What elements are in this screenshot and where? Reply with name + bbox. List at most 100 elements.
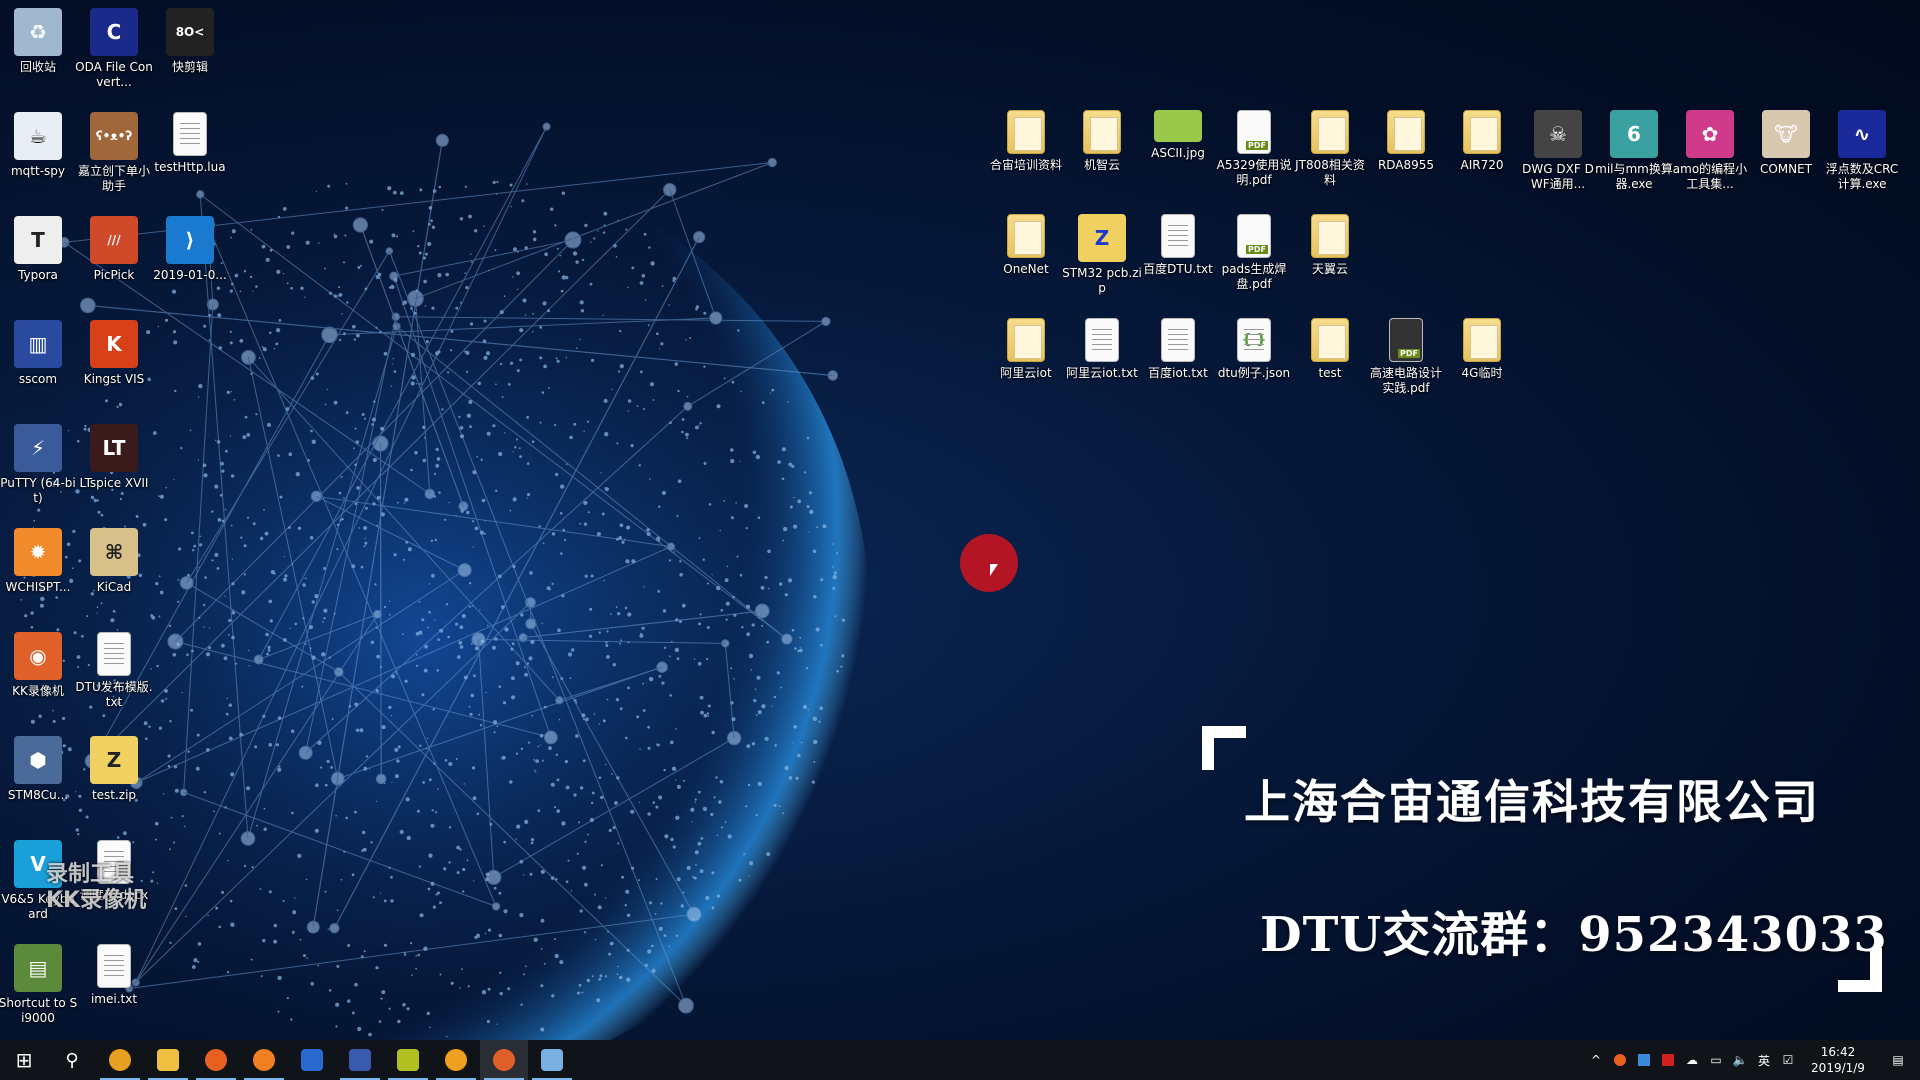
desktop-icon[interactable]: ◉ KK录像机	[0, 626, 76, 726]
taskbar-file-explorer-button[interactable]	[144, 1040, 192, 1080]
clock[interactable]: 16:42 2019/1/9	[1800, 1040, 1876, 1080]
desktop-icon[interactable]: pads生成焊盘.pdf	[1216, 208, 1292, 308]
taskbar-firefox-button[interactable]	[192, 1040, 240, 1080]
desktop-icon[interactable]: 百度iot.txt	[1140, 312, 1216, 412]
desktop-icon[interactable]: ⬢ STM8Cu...	[0, 730, 76, 830]
desktop-icon[interactable]: K Kingst VIS	[76, 314, 152, 414]
desktop-icon[interactable]: ☕ mqtt-spy	[0, 106, 76, 206]
desktop-icon-label: 阿里云iot	[1000, 366, 1052, 380]
tray-app2-icon[interactable]	[1632, 1040, 1656, 1080]
windows-start-icon: ⊞	[15, 1048, 33, 1072]
desktop-icon[interactable]: test	[1292, 312, 1368, 412]
desktop-icon[interactable]: LT LTspice XVII	[76, 418, 152, 518]
desktop-icon[interactable]: { } dtu例子.json	[1216, 312, 1292, 412]
desktop-icon[interactable]: 8O< 快剪辑	[152, 2, 228, 102]
desktop-icon[interactable]: ▥ sscom	[0, 314, 76, 414]
desktop-icon[interactable]: ∿ 浮点数及CRC计算.exe	[1824, 104, 1900, 204]
desktop-icon[interactable]: A5329使用说明.pdf	[1216, 104, 1292, 204]
desktop-icon[interactable]: testHttp.lua	[152, 106, 228, 206]
taskbar-app-circle-button[interactable]	[432, 1040, 480, 1080]
desktop-icon-label: RDA8955	[1377, 158, 1435, 172]
desktop-icon-label: COMNET	[1759, 162, 1813, 176]
orange-circle-icon	[445, 1049, 467, 1071]
desktop-icon-label: KiCad	[96, 580, 132, 594]
recorder-watermark-line2: KK录像机	[46, 888, 147, 913]
desktop-icon[interactable]: 百度DTU.txt	[1140, 208, 1216, 308]
taskbar-app-teal-button[interactable]	[288, 1040, 336, 1080]
desktop-icon[interactable]: 6 mil与mm换算器.exe	[1595, 104, 1673, 204]
blue-app-icon	[541, 1049, 563, 1071]
desktop-icon[interactable]: ⚡ PuTTY (64-bit)	[0, 418, 76, 518]
desktop-icon[interactable]: 阿里云iot	[988, 312, 1064, 412]
folder-icon	[1311, 110, 1349, 154]
recycle-bin-icon: ♻	[14, 8, 62, 56]
kicad-icon: ⌘	[90, 528, 138, 576]
notification-center-icon[interactable]: ▤	[1876, 1040, 1920, 1080]
desktop-icon-label: WCHISPT...	[5, 580, 71, 594]
ime-indicator[interactable]: 英	[1752, 1040, 1776, 1080]
desktop-icon[interactable]: ⟩ 2019-01-0...	[152, 210, 228, 310]
desktop-icon[interactable]: 机智云	[1064, 104, 1140, 204]
tray-app-icon[interactable]	[1608, 1040, 1632, 1080]
desktop-icon-label: ODA File Convert...	[75, 60, 153, 89]
tray-app3-icon[interactable]	[1656, 1040, 1680, 1080]
taskbar-chrome-button[interactable]	[96, 1040, 144, 1080]
desktop-icon[interactable]: ⌘ KiCad	[76, 522, 152, 622]
desktop-icon[interactable]: Z STM32 pcb.zip	[1062, 208, 1142, 308]
desktop-icon[interactable]: imei.txt	[76, 938, 152, 1038]
desktop-icon[interactable]: ✹ WCHISPT...	[0, 522, 76, 622]
taskbar-app-blue-button[interactable]	[528, 1040, 576, 1080]
desktop-icon[interactable]: ✿ amo的编程小工具集...	[1672, 104, 1748, 204]
stm8-icon: ⬢	[14, 736, 62, 784]
volume-icon[interactable]: 🔈	[1728, 1040, 1752, 1080]
json-file-icon: { }	[1237, 318, 1271, 362]
desktop-icon[interactable]: AIR720	[1444, 104, 1520, 204]
desktop-icon[interactable]: ♻ 回收站	[0, 2, 76, 102]
taskbar-search-button[interactable]: ⚲	[48, 1040, 96, 1080]
desktop-icon[interactable]: 高速电路设计实践.pdf	[1368, 312, 1444, 412]
desktop-icon[interactable]: Ztest.zip	[76, 730, 152, 830]
taskbar-start-button[interactable]: ⊞	[0, 1040, 48, 1080]
desktop-icon-label: 4G临时	[1461, 366, 1503, 380]
dtu-group-watermark: DTU交流群：952343033	[1260, 907, 1888, 963]
desktop-icon-label: ASCII.jpg	[1151, 146, 1205, 160]
desktop-icon[interactable]: 🐮 COMNET	[1748, 104, 1824, 204]
desktop-icon-label: pads生成焊盘.pdf	[1221, 262, 1287, 291]
search-icon: ⚲	[65, 1049, 79, 1071]
taskbar-app-green-button[interactable]	[384, 1040, 432, 1080]
taskbar-sscom-button[interactable]	[336, 1040, 384, 1080]
action-check-icon[interactable]: ☑	[1776, 1040, 1800, 1080]
folder-icon	[1007, 318, 1045, 362]
desktop-icon-label: LTspice XVII	[79, 476, 149, 490]
desktop-icon-label: DTU发布模版.txt	[75, 680, 153, 709]
desktop-icon-label: 天翼云	[1311, 262, 1348, 276]
desktop-icon[interactable]: 合宙培训资料	[988, 104, 1064, 204]
desktop-icon[interactable]: JT808相关资料	[1292, 104, 1368, 204]
sscom-icon: ▥	[14, 320, 62, 368]
desktop-icon[interactable]: ʕ•ᴥ•ʔ 嘉立创下单小助手	[76, 106, 152, 206]
pdf-icon	[1389, 318, 1423, 362]
tray-chevron-up-icon[interactable]: ^	[1584, 1040, 1608, 1080]
folder-icon	[1311, 318, 1349, 362]
desktop-icon[interactable]: /// PicPick	[76, 210, 152, 310]
desktop-icon-label: 百度iot.txt	[1148, 366, 1208, 380]
taskbar-kk-recorder-button[interactable]	[480, 1040, 528, 1080]
desktop-icon[interactable]: OneNet	[988, 208, 1064, 308]
mouse-cursor-highlight	[960, 534, 1018, 592]
desktop-icon[interactable]: 阿里云iot.txt	[1064, 312, 1140, 412]
network-icon[interactable]: ▭	[1704, 1040, 1728, 1080]
desktop-icon[interactable]: C ODA File Convert...	[75, 2, 153, 102]
desktop-icon-label: 阿里云iot.txt	[1066, 366, 1138, 380]
app-icon: ☠	[1534, 110, 1582, 158]
desktop-icon[interactable]: RDA8955	[1368, 104, 1444, 204]
desktop-icon[interactable]: 天翼云	[1292, 208, 1368, 308]
desktop-icon[interactable]: 4G临时	[1444, 312, 1520, 412]
desktop-icon[interactable]: ▤ Shortcut to Si9000	[0, 938, 77, 1038]
typora-icon: T	[14, 216, 62, 264]
taskbar-app-orange-button[interactable]	[240, 1040, 288, 1080]
desktop-icon[interactable]: ☠ DWG DXF DWF通用...	[1520, 104, 1596, 204]
desktop-icon[interactable]: DTU发布模版.txt	[75, 626, 153, 726]
desktop-icon[interactable]: ASCII.jpg	[1140, 104, 1216, 204]
cloud-icon[interactable]: ☁	[1680, 1040, 1704, 1080]
desktop-icon[interactable]: T Typora	[0, 210, 76, 310]
